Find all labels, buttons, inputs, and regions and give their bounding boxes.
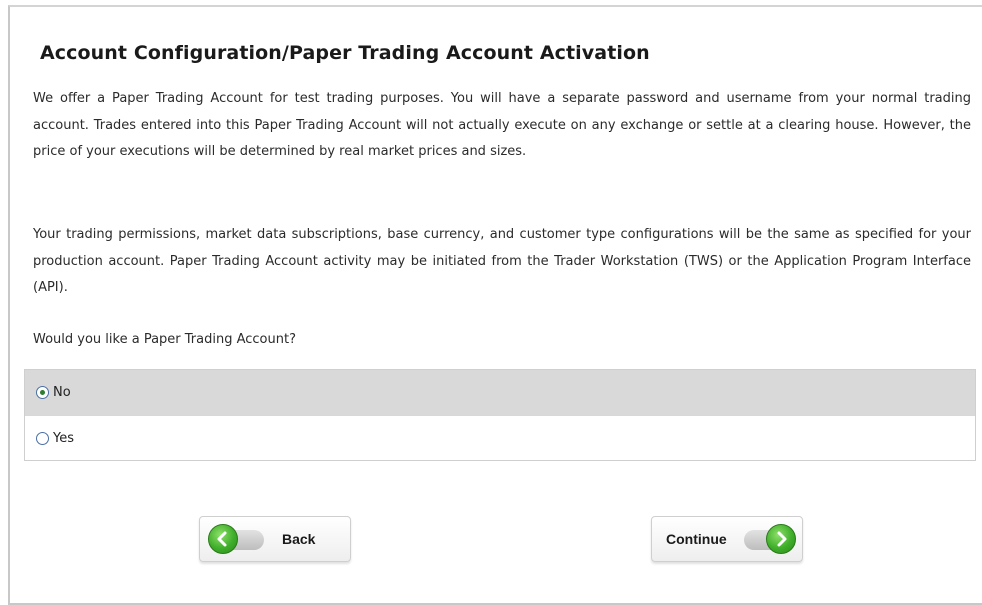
option-yes[interactable]: Yes: [25, 415, 975, 460]
intro-paragraph: We offer a Paper Trading Account for tes…: [33, 91, 971, 159]
page-title: Account Configuration/Paper Trading Acco…: [40, 42, 650, 64]
configuration-paragraph: Your trading permissions, market data su…: [33, 227, 971, 295]
radio-checked-icon[interactable]: [36, 386, 49, 399]
paper-account-options: No Yes: [24, 369, 976, 461]
option-no[interactable]: No: [25, 370, 975, 415]
arrow-left-circle-icon: [208, 524, 238, 554]
back-button[interactable]: Back: [199, 516, 351, 562]
option-yes-label: Yes: [53, 430, 74, 446]
back-button-label: Back: [282, 531, 316, 547]
option-no-label: No: [53, 385, 71, 400]
continue-button[interactable]: Continue: [651, 516, 803, 562]
continue-button-label: Continue: [666, 531, 727, 547]
paper-account-question: Would you like a Paper Trading Account?: [33, 332, 296, 347]
arrow-right-circle-icon: [766, 524, 796, 554]
radio-unchecked-icon[interactable]: [36, 431, 49, 445]
radio-dot: [40, 390, 45, 395]
